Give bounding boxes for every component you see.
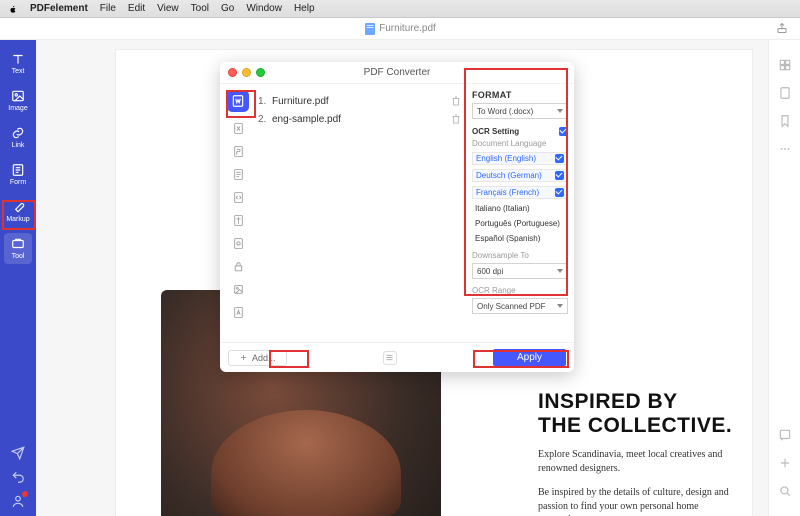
close-icon[interactable] xyxy=(228,68,237,77)
user-icon[interactable] xyxy=(11,494,25,508)
share-icon[interactable] xyxy=(776,22,788,34)
mac-menubar: PDFelement File Edit View Tool Go Window… xyxy=(0,0,800,18)
menu-go[interactable]: Go xyxy=(221,3,234,14)
sidebar-item-label: Tool xyxy=(12,253,25,260)
list-view-icon[interactable] xyxy=(383,351,397,365)
convert-encrypted-icon[interactable] xyxy=(232,260,245,273)
downsample-select[interactable]: 600 dpi xyxy=(472,263,568,279)
downsample-label: Downsample To xyxy=(472,251,568,260)
page-paragraph-2: Be inspired by the details of culture, d… xyxy=(538,486,733,516)
options-panel: FORMAT To Word (.docx) OCR Setting Docum… xyxy=(468,84,574,342)
remove-icon[interactable] xyxy=(450,113,462,125)
convert-excel-icon[interactable] xyxy=(232,122,245,135)
lang-option[interactable]: Français (French) xyxy=(472,186,568,199)
menu-help[interactable]: Help xyxy=(294,3,315,14)
more-panel-icon[interactable] xyxy=(778,142,792,156)
check-icon xyxy=(555,154,564,163)
minimize-icon[interactable] xyxy=(242,68,251,77)
link-icon xyxy=(11,126,25,140)
apply-button[interactable]: Apply xyxy=(493,349,566,366)
lang-option[interactable]: Português (Portuguese) xyxy=(472,218,568,229)
sidebar-item-image[interactable]: Image xyxy=(4,85,32,116)
convert-image-icon[interactable] xyxy=(232,283,245,296)
ocr-toggle[interactable] xyxy=(559,127,568,136)
remove-icon[interactable] xyxy=(450,95,462,107)
sidebar-item-label: Form xyxy=(10,179,26,186)
sidebar-item-label: Text xyxy=(12,68,25,75)
menu-window[interactable]: Window xyxy=(246,3,282,14)
file-list: 1.Furniture.pdf 2.eng-sample.pdf xyxy=(256,84,468,342)
pdf-converter-dialog: PDF Converter 1.Furniture.pdf 2.eng-samp… xyxy=(220,62,574,372)
convert-pdfa-icon[interactable] xyxy=(232,306,245,319)
send-icon[interactable] xyxy=(11,446,25,460)
page-paragraph-1: Explore Scandinavia, meet local creative… xyxy=(538,448,733,475)
menu-file[interactable]: File xyxy=(100,3,116,14)
sidebar-item-text[interactable]: Text xyxy=(4,48,32,79)
convert-type-bar xyxy=(220,84,256,342)
file-row[interactable]: 1.Furniture.pdf xyxy=(258,92,462,110)
check-icon xyxy=(555,188,564,197)
lang-option[interactable]: Italiano (Italian) xyxy=(472,203,568,214)
properties-panel-icon[interactable] xyxy=(778,86,792,100)
open-filename: Furniture.pdf xyxy=(379,23,436,34)
page-headline: INSPIRED BYTHE COLLECTIVE. xyxy=(538,390,732,437)
convert-epub-icon[interactable] xyxy=(232,214,245,227)
image-icon xyxy=(11,89,25,103)
sidebar-item-label: Image xyxy=(8,105,27,112)
convert-rtf-icon[interactable] xyxy=(232,237,245,250)
doc-icon xyxy=(364,23,375,34)
sidebar-item-label: Markup xyxy=(6,216,29,223)
menu-view[interactable]: View xyxy=(157,3,179,14)
sidebar-item-form[interactable]: Form xyxy=(4,159,32,190)
zoom-icon[interactable] xyxy=(256,68,265,77)
app-name[interactable]: PDFelement xyxy=(30,3,88,14)
format-select[interactable]: To Word (.docx) xyxy=(472,103,568,119)
menu-edit[interactable]: Edit xyxy=(128,3,145,14)
lang-option[interactable]: Español (Spanish) xyxy=(472,233,568,244)
tool-icon xyxy=(11,237,25,251)
dialog-footer: Add... Apply xyxy=(220,342,574,372)
sidebar-item-link[interactable]: Link xyxy=(4,122,32,153)
sidebar-item-label: Link xyxy=(12,142,25,149)
check-icon xyxy=(555,171,564,180)
format-label: FORMAT xyxy=(472,90,568,100)
dialog-title: PDF Converter xyxy=(364,67,431,78)
sidebar-item-markup[interactable]: Markup xyxy=(4,196,32,227)
doc-language-label: Document Language xyxy=(472,139,568,148)
convert-html-icon[interactable] xyxy=(232,191,245,204)
convert-ppt-icon[interactable] xyxy=(232,145,245,158)
convert-text-icon[interactable] xyxy=(232,168,245,181)
menu-tool[interactable]: Tool xyxy=(191,3,209,14)
ocr-label: OCR Setting xyxy=(472,127,519,136)
left-sidebar: Text Image Link Form Markup Tool xyxy=(0,40,36,516)
sidebar-item-tool[interactable]: Tool xyxy=(4,233,32,264)
window-titlebar: Furniture.pdf xyxy=(0,18,800,40)
thumbnail-panel-icon[interactable] xyxy=(778,58,792,72)
bookmark-panel-icon[interactable] xyxy=(778,114,792,128)
lang-option[interactable]: Deutsch (German) xyxy=(472,169,568,182)
markup-icon xyxy=(11,200,25,214)
right-sidebar xyxy=(768,40,800,516)
text-icon xyxy=(11,52,25,66)
annotations-panel-icon[interactable] xyxy=(778,428,792,442)
ocr-range-select[interactable]: Only Scanned PDF xyxy=(472,298,568,314)
notification-dot xyxy=(22,491,28,497)
apple-logo-icon[interactable] xyxy=(8,4,18,14)
undo-icon[interactable] xyxy=(11,470,25,484)
ocr-range-label: OCR Range xyxy=(472,286,568,295)
search-panel-icon[interactable] xyxy=(778,484,792,498)
file-row[interactable]: 2.eng-sample.pdf xyxy=(258,110,462,128)
add-panel-icon[interactable] xyxy=(778,456,792,470)
dialog-titlebar: PDF Converter xyxy=(220,62,574,84)
lang-option[interactable]: English (English) xyxy=(472,152,568,165)
form-icon xyxy=(11,163,25,177)
add-button[interactable]: Add... xyxy=(228,350,287,366)
convert-word-icon[interactable] xyxy=(227,90,249,112)
window-controls xyxy=(228,68,265,77)
